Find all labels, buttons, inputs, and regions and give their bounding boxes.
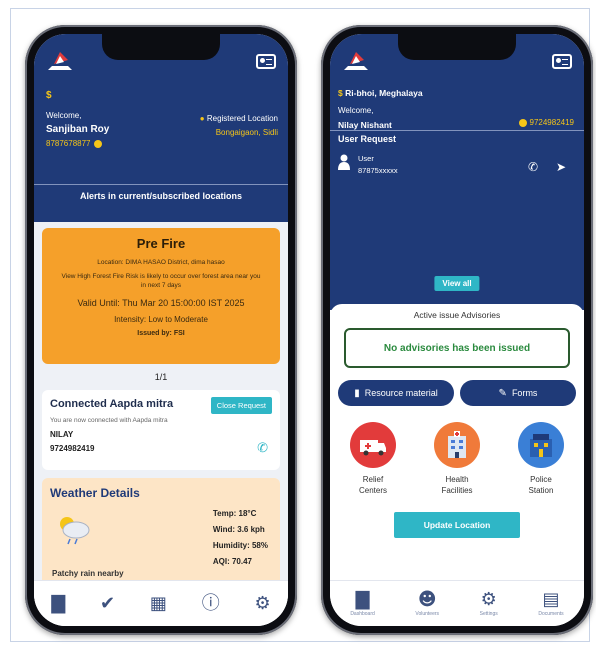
phone-call-icon[interactable]: ✆ — [257, 441, 268, 456]
nav-info-icon[interactable]: ⓘ — [202, 594, 220, 613]
alert-location: Location: DIMA HASAO District, dima hasa… — [97, 259, 225, 266]
user-phone: 8787678877 — [46, 139, 91, 148]
right-bottom-nav: ▇ Dashboard ☻ Volunteers ⚙ Settings ▤ Docume… — [330, 580, 584, 626]
request-user-label: User — [358, 154, 374, 163]
alert-message: View High Forest Fire Risk is likely to … — [61, 273, 261, 289]
coin-icon — [93, 139, 102, 148]
pin-icon: ● — [199, 114, 205, 123]
police-station-label: Police Station — [528, 475, 554, 495]
current-location: $ Ri-bhoi, Meghalaya — [338, 88, 423, 98]
user-request-heading: User Request — [338, 134, 397, 144]
notch — [102, 34, 220, 60]
user-request-item[interactable]: User 87875xxxxx — [338, 154, 398, 175]
forms-button[interactable]: ✎ Forms — [460, 380, 576, 406]
weather-cloud-sun-icon — [60, 517, 90, 545]
hospital-icon — [434, 422, 480, 468]
weather-condition: Patchy rain nearby — [52, 569, 124, 578]
user-icon — [338, 154, 350, 170]
health-facilities-label: Health Facilities — [441, 475, 473, 495]
document-icon: ▤ — [542, 588, 560, 610]
coin-icon — [518, 118, 527, 127]
weather-humidity: Humidity: 58% — [212, 541, 268, 550]
welcome-label: Welcome, — [338, 106, 374, 115]
mitra-subtitle: You are now connected with Aapda mitra — [50, 417, 168, 424]
registered-location-value: Bongaigaon, Sidli — [215, 128, 278, 137]
phone-left: $ Welcome, Sanjiban Roy 8787678877 ● Reg… — [25, 25, 297, 635]
call-icon[interactable]: ✆ — [528, 160, 538, 174]
alert-valid-until: Valid Until: Thu Mar 20 15:00:00 IST 202… — [77, 298, 245, 308]
id-card-icon[interactable] — [256, 54, 276, 69]
weather-card: Weather Details Patchy rain nearby Temp:… — [42, 478, 280, 586]
weather-title: Weather Details — [50, 486, 140, 500]
notch — [398, 34, 516, 60]
right-header: $ Ri-bhoi, Meghalaya Welcome, Nilay Nish… — [330, 34, 584, 310]
health-facilities-tile[interactable]: Health Facilities — [422, 422, 492, 496]
police-station-tile[interactable]: Police Station — [506, 422, 576, 496]
view-all-button[interactable]: View all — [434, 276, 480, 291]
update-location-button[interactable]: Update Location — [394, 512, 520, 538]
app-logo-icon — [48, 52, 72, 70]
bar-chart-icon: ▇ — [355, 588, 370, 610]
nav-check-circle-icon[interactable]: ✔ — [100, 594, 115, 613]
nav-gear-icon[interactable]: ⚙ — [254, 594, 270, 613]
registered-location-label: ● Registered Location — [199, 114, 278, 123]
aapda-mitra-card: Connected Aapda mitra Close Request You … — [42, 390, 280, 470]
relief-centers-label: Relief Centers — [358, 475, 387, 495]
nav-bar-chart-icon[interactable]: ▇ — [51, 594, 65, 613]
advisories-heading: Active issue Advisories — [413, 310, 501, 320]
alert-issued-by: Issued by: FSI — [137, 330, 185, 337]
no-advisories-box: No advisories has been issued — [344, 328, 570, 368]
id-card-icon[interactable] — [552, 54, 572, 69]
left-body: Pre Fire Location: DIMA HASAO District, … — [34, 222, 288, 626]
weather-temp: Temp: 18°C — [212, 509, 257, 518]
left-bottom-nav: ▇ ✔ ▦ ⓘ ⚙ — [34, 580, 288, 626]
book-icon: ▮ — [354, 387, 360, 399]
phone-left-screen: $ Welcome, Sanjiban Roy 8787678877 ● Reg… — [34, 34, 288, 626]
alerts-heading: Alerts in current/subscribed locations — [34, 184, 288, 201]
police-station-icon — [518, 422, 564, 468]
nav-volunteers[interactable]: ☻ Volunteers — [415, 588, 439, 617]
nav-map-icon[interactable]: ▦ — [150, 594, 167, 613]
nav-documents[interactable]: ▤ Documents — [538, 588, 563, 617]
alert-title: Pre Fire — [136, 236, 186, 251]
edit-icon: ✎ — [498, 387, 507, 399]
request-user-phone: 87875xxxxx — [358, 166, 398, 175]
weather-wind: Wind: 3.6 kph — [212, 525, 265, 534]
figure-frame: $ Welcome, Sanjiban Roy 8787678877 ● Reg… — [10, 8, 593, 642]
phone-right-screen: $ Ri-bhoi, Meghalaya Welcome, Nilay Nish… — [330, 34, 584, 626]
location-pin-icon: $ — [46, 90, 52, 101]
close-request-button[interactable]: Close Request — [210, 397, 272, 414]
resource-material-button[interactable]: ▮ Resource material — [338, 380, 454, 406]
left-header: $ Welcome, Sanjiban Roy 8787678877 ● Reg… — [34, 34, 288, 222]
right-body: Active issue Advisories No advisories ha… — [330, 304, 584, 580]
send-icon[interactable]: ➤ — [556, 160, 566, 174]
gear-icon: ⚙ — [480, 588, 497, 610]
phone-right: $ Ri-bhoi, Meghalaya Welcome, Nilay Nish… — [321, 25, 593, 635]
mitra-phone: 9724982419 — [50, 444, 95, 453]
mitra-name: NILAY — [50, 430, 74, 439]
divider — [330, 130, 584, 131]
nav-dashboard[interactable]: ▇ Dashboard — [350, 588, 374, 617]
user-phone: 9724982419 — [529, 118, 575, 127]
location-pin-icon: $ — [338, 88, 343, 98]
nav-settings[interactable]: ⚙ Settings — [480, 588, 498, 617]
alert-intensity: Intensity: Low to Moderate — [114, 315, 208, 324]
alert-pager: 1/1 — [154, 372, 168, 382]
people-icon: ☻ — [417, 588, 437, 610]
alert-card[interactable]: Pre Fire Location: DIMA HASAO District, … — [42, 228, 280, 364]
weather-aqi: AQI: 70.47 — [212, 557, 253, 566]
ambulance-icon — [350, 422, 396, 468]
app-logo-icon — [344, 52, 368, 70]
relief-centers-tile[interactable]: Relief Centers — [338, 422, 408, 496]
